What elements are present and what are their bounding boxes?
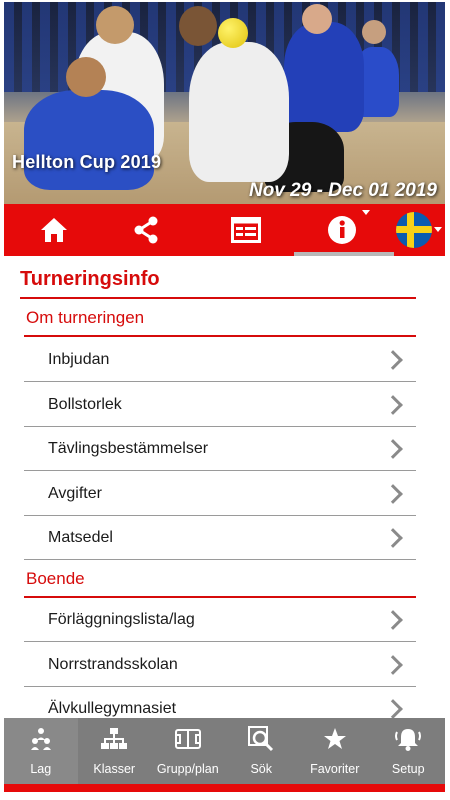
chevron-right-icon [383, 438, 403, 459]
player-head [96, 6, 134, 44]
share-button[interactable] [114, 204, 178, 256]
list-item-label: Avgifter [48, 484, 102, 502]
chevron-right-icon [383, 394, 403, 415]
info-icon [328, 216, 356, 244]
list-item[interactable]: Tävlingsbestämmelser [24, 427, 416, 471]
page-title: Turneringsinfo [20, 268, 160, 290]
player-head [179, 6, 217, 46]
player-head [362, 20, 386, 44]
active-indicator-caret [362, 210, 370, 215]
list-item-label: Bollstorlek [48, 395, 122, 413]
nav-label: Sök [250, 762, 273, 776]
home-button[interactable] [22, 204, 86, 256]
list-item[interactable]: Bollstorlek [24, 383, 416, 427]
list-item-label: Inbjudan [48, 350, 110, 368]
player-head [302, 4, 332, 34]
chevron-right-icon [383, 698, 403, 718]
tournament-dates: Nov 29 - Dec 01 2019 [248, 180, 437, 201]
player-figure [24, 90, 154, 190]
language-selector[interactable] [382, 204, 446, 256]
tournament-title: Hellton Cup 2019 [12, 152, 162, 172]
chevron-right-icon [383, 349, 403, 370]
schedule-button[interactable] [214, 204, 278, 256]
nav-label: Grupp/plan [156, 762, 219, 776]
player-head [66, 57, 106, 97]
home-icon [41, 218, 67, 242]
list-item[interactable]: Förläggningslista/lag [24, 598, 416, 642]
chevron-right-icon [383, 527, 403, 548]
hierarchy-icon [101, 728, 128, 749]
section-heading: Boende [26, 569, 85, 588]
handball [218, 18, 248, 48]
player-figure [284, 22, 364, 132]
list-item[interactable]: Matsedel [24, 516, 416, 560]
bell-icon [395, 729, 422, 751]
chevron-right-icon [383, 654, 403, 675]
list-item-label: Norrstrandsskolan [48, 655, 178, 673]
nav-item-lag[interactable]: Lag [4, 718, 78, 784]
chevron-right-icon [383, 609, 403, 630]
nav-label: Klasser [93, 762, 136, 776]
share-icon [134, 216, 158, 244]
team-icon [30, 728, 51, 750]
list-item-label: Tävlingsbestämmelser [48, 439, 209, 457]
hero-banner: Hellton Cup 2019 Nov 29 - Dec 01 2019 [4, 2, 445, 204]
divider [24, 335, 416, 337]
bottom-nav: Lag Klasser Grupp/plan Sök Favoriter Set… [4, 718, 445, 784]
nav-item-sok[interactable]: Sök [225, 718, 299, 784]
star-icon [323, 728, 346, 749]
list-item[interactable]: Norrstrandsskolan [24, 643, 416, 687]
list-item-label: Älvkullegymnasiet [48, 699, 177, 717]
section-heading: Om turneringen [26, 308, 145, 327]
nav-label: Favoriter [310, 762, 360, 776]
calendar-icon [231, 217, 261, 243]
nav-item-klasser[interactable]: Klasser [78, 718, 152, 784]
chevron-down-icon [434, 227, 442, 232]
nav-item-favoriter[interactable]: Favoriter [298, 718, 372, 784]
list-item[interactable]: Älvkullegymnasiet [24, 687, 416, 718]
info-content: Turneringsinfo Om turneringen Inbjudan B… [4, 256, 445, 718]
divider [20, 297, 416, 299]
nav-item-grupp-plan[interactable]: Grupp/plan [151, 718, 225, 784]
chevron-right-icon [383, 483, 403, 504]
list-item[interactable]: Avgifter [24, 472, 416, 516]
search-icon [248, 726, 274, 752]
top-toolbar [4, 204, 445, 256]
swedish-flag-icon [396, 212, 432, 248]
nav-label: Lag [30, 762, 52, 776]
field-icon [174, 729, 201, 749]
nav-label: Setup [391, 762, 425, 776]
list-item-label: Förläggningslista/lag [48, 610, 195, 628]
player-figure [189, 42, 289, 182]
list-item[interactable]: Inbjudan [24, 338, 416, 382]
list-item-label: Matsedel [48, 528, 113, 546]
nav-item-setup[interactable]: Setup [372, 718, 446, 784]
bottom-accent-strip [4, 784, 445, 792]
